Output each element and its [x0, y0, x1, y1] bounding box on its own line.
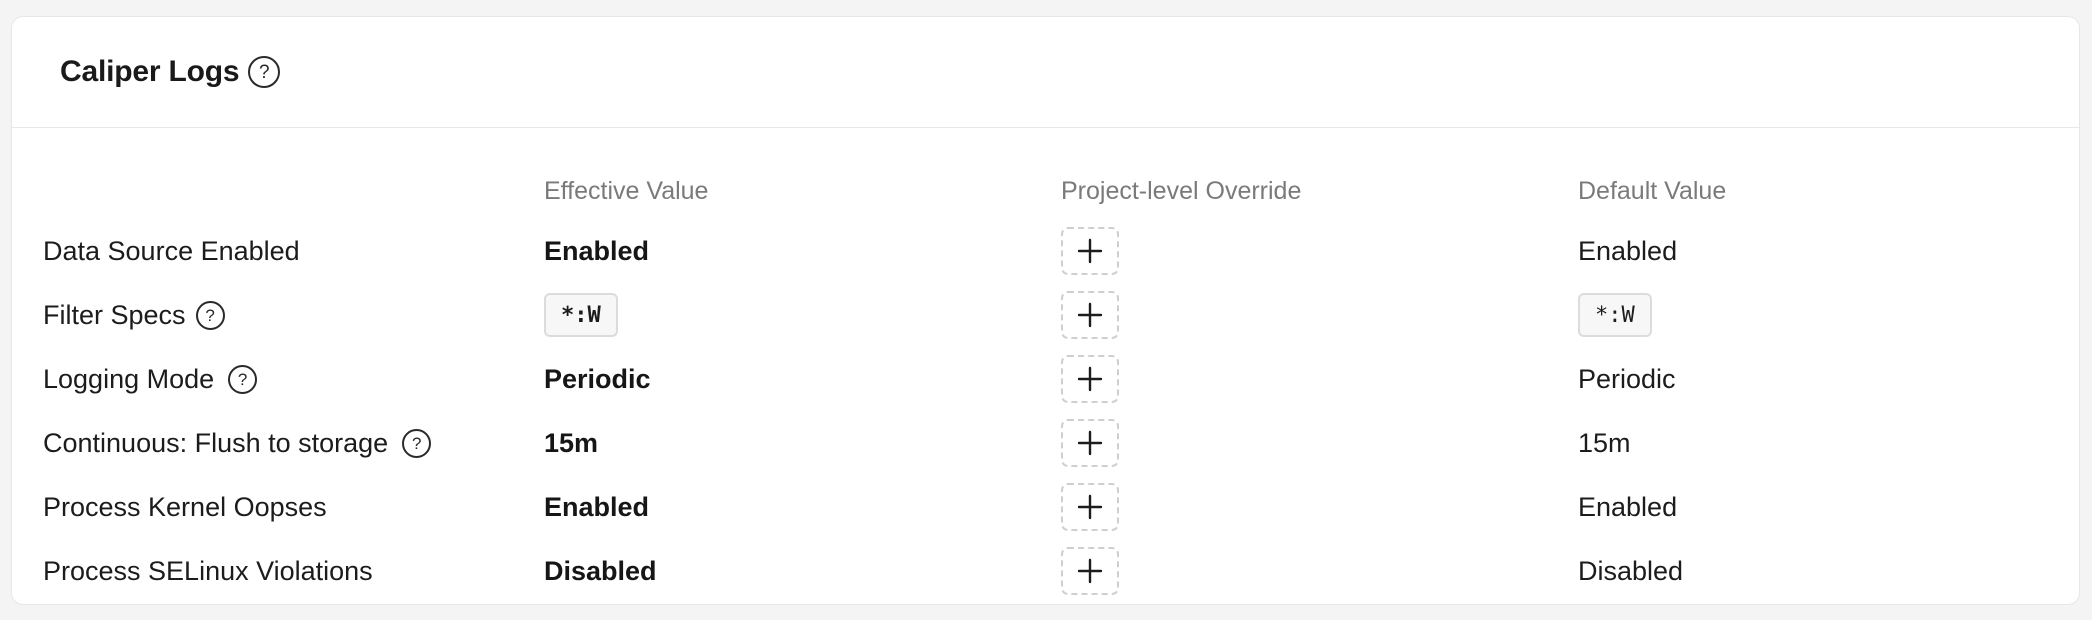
default-value: 15m — [1578, 415, 1631, 471]
effective-value-chip: *:W — [544, 293, 618, 337]
setting-label: Process SELinux Violations — [43, 543, 373, 599]
setting-row-filter-specs: Filter Specs ? *:W *:W — [12, 287, 2079, 343]
effective-value: Periodic — [544, 351, 651, 407]
setting-label: Continuous: Flush to storage ? — [43, 415, 432, 471]
add-override-button[interactable] — [1061, 547, 1119, 595]
setting-row-process-kernel-oopses: Process Kernel Oopses Enabled Enabled — [12, 479, 2079, 535]
default-value-text: 15m — [1578, 427, 1631, 458]
effective-value: Enabled — [544, 223, 649, 279]
override-cell — [1061, 543, 1119, 599]
panel-title: Caliper Logs — [60, 55, 240, 88]
plus-icon — [1077, 302, 1103, 328]
default-value-chip: *:W — [1578, 293, 1652, 337]
default-value: Enabled — [1578, 223, 1677, 279]
plus-icon — [1077, 238, 1103, 264]
override-cell — [1061, 415, 1119, 471]
default-value: Disabled — [1578, 543, 1683, 599]
flush-to-storage-help-icon[interactable]: ? — [402, 428, 432, 458]
default-value-text: Enabled — [1578, 235, 1678, 266]
setting-label: Process Kernel Oopses — [43, 479, 327, 535]
effective-value-text: 15m — [544, 427, 599, 458]
default-value-text: Periodic — [1578, 363, 1676, 394]
column-header-override: Project-level Override — [1061, 177, 1302, 205]
setting-label-text: Filter Specs — [43, 299, 186, 330]
column-header-default: Default Value — [1578, 177, 1727, 205]
add-override-button[interactable] — [1061, 291, 1119, 339]
default-value: Enabled — [1578, 479, 1677, 535]
override-cell — [1061, 287, 1119, 343]
effective-value-text: Enabled — [544, 491, 650, 522]
column-header-effective: Effective Value — [544, 177, 709, 205]
override-cell — [1061, 351, 1119, 407]
effective-value: 15m — [544, 415, 598, 471]
setting-label-text: Process Kernel Oopses — [43, 491, 327, 522]
override-cell — [1061, 479, 1119, 535]
setting-row-data-source-enabled: Data Source Enabled Enabled Enabled — [12, 223, 2079, 279]
setting-row-continuous-flush: Continuous: Flush to storage ? 15m 15m — [12, 415, 2079, 471]
filter-specs-help-icon[interactable]: ? — [195, 300, 225, 330]
plus-icon — [1077, 558, 1103, 584]
setting-label-text: Continuous: Flush to storage — [43, 427, 389, 458]
plus-icon — [1077, 494, 1103, 520]
effective-value: *:W — [544, 287, 618, 343]
add-override-button[interactable] — [1061, 483, 1119, 531]
setting-row-process-selinux-violations: Process SELinux Violations Disabled Disa… — [12, 543, 2079, 599]
default-value: Periodic — [1578, 351, 1676, 407]
effective-value: Disabled — [544, 543, 657, 599]
default-value-text: Disabled — [1578, 555, 1684, 586]
setting-label-text: Process SELinux Violations — [43, 555, 373, 586]
effective-value-text: Enabled — [544, 235, 650, 266]
effective-value-text: Disabled — [544, 555, 657, 586]
logging-mode-help-icon[interactable]: ? — [228, 364, 258, 394]
add-override-button[interactable] — [1061, 419, 1119, 467]
default-value-text: Enabled — [1578, 491, 1678, 522]
default-value: *:W — [1578, 287, 1652, 343]
setting-label: Data Source Enabled — [43, 223, 300, 279]
setting-label: Logging Mode ? — [43, 351, 258, 407]
setting-label-text: Data Source Enabled — [43, 235, 300, 266]
add-override-button[interactable] — [1061, 227, 1119, 275]
setting-row-logging-mode: Logging Mode ? Periodic Periodic — [12, 351, 2079, 407]
effective-value-text: Periodic — [544, 363, 651, 394]
override-cell — [1061, 223, 1119, 279]
plus-icon — [1077, 366, 1103, 392]
title-help-icon[interactable]: ? — [248, 56, 281, 88]
plus-icon — [1077, 430, 1103, 456]
setting-label: Filter Specs ? — [43, 287, 225, 343]
effective-value: Enabled — [544, 479, 649, 535]
add-override-button[interactable] — [1061, 355, 1119, 403]
setting-label-text: Logging Mode — [43, 363, 215, 394]
panel-header: Caliper Logs ? — [12, 17, 2079, 128]
caliper-logs-panel: Caliper Logs ? Effective Value Project-l… — [11, 16, 2080, 605]
